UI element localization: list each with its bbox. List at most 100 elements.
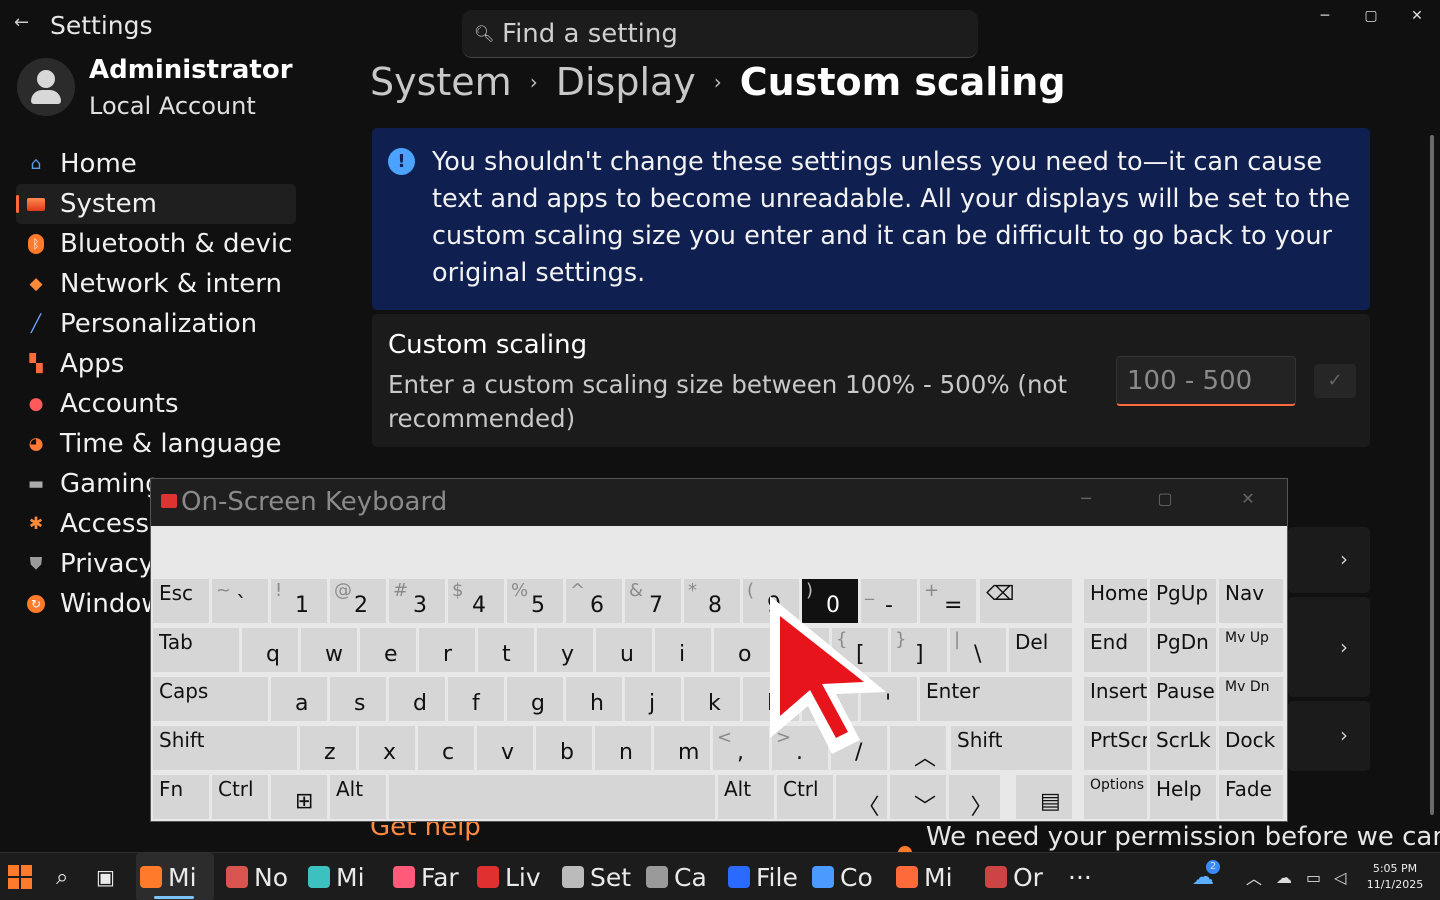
- key-num-7[interactable]: & 7: [625, 579, 681, 623]
- key-0-a[interactable]: a: [271, 677, 327, 721]
- key-pgdn[interactable]: PgDn: [1150, 628, 1216, 672]
- key-windows[interactable]: ⊞: [271, 775, 327, 819]
- osk-title-bar[interactable]: On-Screen Keyboard ─ ▢ ✕: [151, 479, 1287, 526]
- key-1-z[interactable]: x: [359, 726, 415, 770]
- start-button[interactable]: [8, 853, 38, 900]
- key-nav[interactable]: Nav: [1219, 579, 1283, 623]
- key-5-z[interactable]: n: [595, 726, 651, 770]
- key-fn[interactable]: Fn: [153, 775, 209, 819]
- key-3-a[interactable]: f: [448, 677, 504, 721]
- avatar[interactable]: [17, 58, 75, 116]
- key-shift-right[interactable]: Shift: [951, 726, 1072, 770]
- confirm-button[interactable]: ✓: [1314, 364, 1356, 398]
- key-caps[interactable]: Caps: [153, 677, 268, 721]
- key-5-q[interactable]: y: [537, 628, 593, 672]
- sidebar-item-accounts[interactable]: ● Accounts: [16, 384, 296, 424]
- key-ctrl-left[interactable]: Ctrl: [212, 775, 268, 819]
- scrollbar[interactable]: [1430, 135, 1434, 815]
- key-num-8[interactable]: * 8: [684, 579, 740, 623]
- taskbar-app-1[interactable]: No: [226, 853, 298, 900]
- key-alt-left[interactable]: Alt: [330, 775, 386, 819]
- key-num-6[interactable]: ^ 6: [566, 579, 622, 623]
- key-mvdn[interactable]: Mv Dn: [1219, 677, 1283, 721]
- key-3-q[interactable]: r: [419, 628, 475, 672]
- search-box[interactable]: 🔍︎: [462, 10, 978, 58]
- key-shift-left[interactable]: Shift: [153, 726, 297, 770]
- key-7-a[interactable]: k: [684, 677, 740, 721]
- key-pause[interactable]: Pause: [1150, 677, 1216, 721]
- key-1-a[interactable]: s: [330, 677, 386, 721]
- more-apps-button[interactable]: ···: [1068, 853, 1092, 900]
- breadcrumb-display[interactable]: Display: [556, 60, 696, 104]
- key-3-z[interactable]: v: [477, 726, 533, 770]
- osk-close-button[interactable]: ✕: [1233, 489, 1263, 508]
- taskbar-clock[interactable]: 5:05 PM 11/1/2025: [1360, 861, 1430, 893]
- key-num-3[interactable]: #3: [389, 579, 445, 623]
- key-right[interactable]: 〉: [949, 775, 1000, 819]
- key-5-a[interactable]: h: [566, 677, 622, 721]
- key-2-z[interactable]: c: [418, 726, 474, 770]
- back-button[interactable]: ←: [14, 12, 36, 38]
- key-tab[interactable]: Tab: [153, 628, 239, 672]
- key-4-z[interactable]: b: [536, 726, 592, 770]
- key-home[interactable]: Home: [1084, 579, 1147, 623]
- key-menu[interactable]: ▤: [1016, 775, 1072, 819]
- settings-card-1[interactable]: ›: [1288, 527, 1370, 593]
- key-4-q[interactable]: t: [478, 628, 534, 672]
- key-2-a[interactable]: d: [389, 677, 445, 721]
- key-0-z[interactable]: z: [300, 726, 356, 770]
- osk-maximize-button[interactable]: ▢: [1150, 489, 1180, 508]
- key-del[interactable]: Del: [1009, 628, 1072, 672]
- key-enter[interactable]: Enter: [920, 677, 1072, 721]
- key-help[interactable]: Help: [1150, 775, 1216, 819]
- taskbar-app-7[interactable]: File: [728, 853, 800, 900]
- taskbar-app-2[interactable]: Mi: [308, 853, 380, 900]
- tray-volume-icon[interactable]: ◁: [1334, 853, 1346, 900]
- key-dock[interactable]: Dock: [1219, 726, 1283, 770]
- key-num-5[interactable]: % 5: [507, 579, 563, 623]
- key-left[interactable]: 〈: [836, 775, 887, 819]
- key-fade[interactable]: Fade: [1219, 775, 1283, 819]
- key-backspace[interactable]: ⌫: [980, 579, 1072, 623]
- tray-network-icon[interactable]: ▭: [1306, 853, 1321, 900]
- sidebar-item-apps[interactable]: ▚ Apps: [16, 344, 296, 384]
- custom-scaling-input[interactable]: [1116, 356, 1296, 406]
- key-num-0[interactable]: ~ `: [212, 579, 268, 623]
- key-ctrl-right[interactable]: Ctrl: [777, 775, 833, 819]
- sidebar-item-personalization[interactable]: ╱ Personalization: [16, 304, 296, 344]
- key-scrlk[interactable]: ScrLk: [1150, 726, 1216, 770]
- key-space[interactable]: [389, 775, 715, 819]
- key-pgup[interactable]: PgUp: [1150, 579, 1216, 623]
- taskbar-app-0[interactable]: Mi: [136, 853, 214, 900]
- key-6-a[interactable]: j: [625, 677, 681, 721]
- key-prtscn[interactable]: PrtScn: [1084, 726, 1147, 770]
- key-1-q[interactable]: w: [301, 628, 357, 672]
- key-6-q[interactable]: u: [596, 628, 652, 672]
- key-12-q[interactable]: | \: [950, 628, 1006, 672]
- taskbar-app-8[interactable]: Co: [812, 853, 884, 900]
- taskbar-app-10[interactable]: Or: [985, 853, 1057, 900]
- key-insert[interactable]: Insert: [1084, 677, 1147, 721]
- sidebar-item-bluetooth[interactable]: ᛒ Bluetooth & devic: [16, 224, 296, 264]
- settings-card-2[interactable]: ›: [1288, 597, 1370, 697]
- key-mvup[interactable]: Mv Up: [1219, 628, 1283, 672]
- osk-minimize-button[interactable]: ─: [1071, 489, 1101, 508]
- notification-tray[interactable]: ☁ 2: [1192, 853, 1228, 900]
- key-num-1[interactable]: ! 1: [271, 579, 327, 623]
- tray-onedrive-icon[interactable]: ☁: [1276, 853, 1292, 900]
- taskbar-search-button[interactable]: ⌕: [56, 853, 80, 900]
- key-options[interactable]: Options: [1084, 775, 1147, 819]
- key-esc[interactable]: Esc: [153, 579, 209, 623]
- taskbar-app-9[interactable]: Mi: [896, 853, 968, 900]
- key-alt-right[interactable]: Alt: [718, 775, 774, 819]
- key-0-q[interactable]: q: [242, 628, 298, 672]
- search-input[interactable]: [502, 16, 962, 52]
- taskbar-app-6[interactable]: Ca: [646, 853, 718, 900]
- settings-card-3[interactable]: ›: [1288, 701, 1370, 771]
- taskbar-app-5[interactable]: Set: [562, 853, 634, 900]
- sidebar-item-time-language[interactable]: ◕ Time & language: [16, 424, 296, 464]
- key-num-4[interactable]: $4: [448, 579, 504, 623]
- key-num-2[interactable]: @2: [330, 579, 386, 623]
- breadcrumb-system[interactable]: System: [370, 60, 512, 104]
- key-down[interactable]: ﹀: [890, 775, 946, 819]
